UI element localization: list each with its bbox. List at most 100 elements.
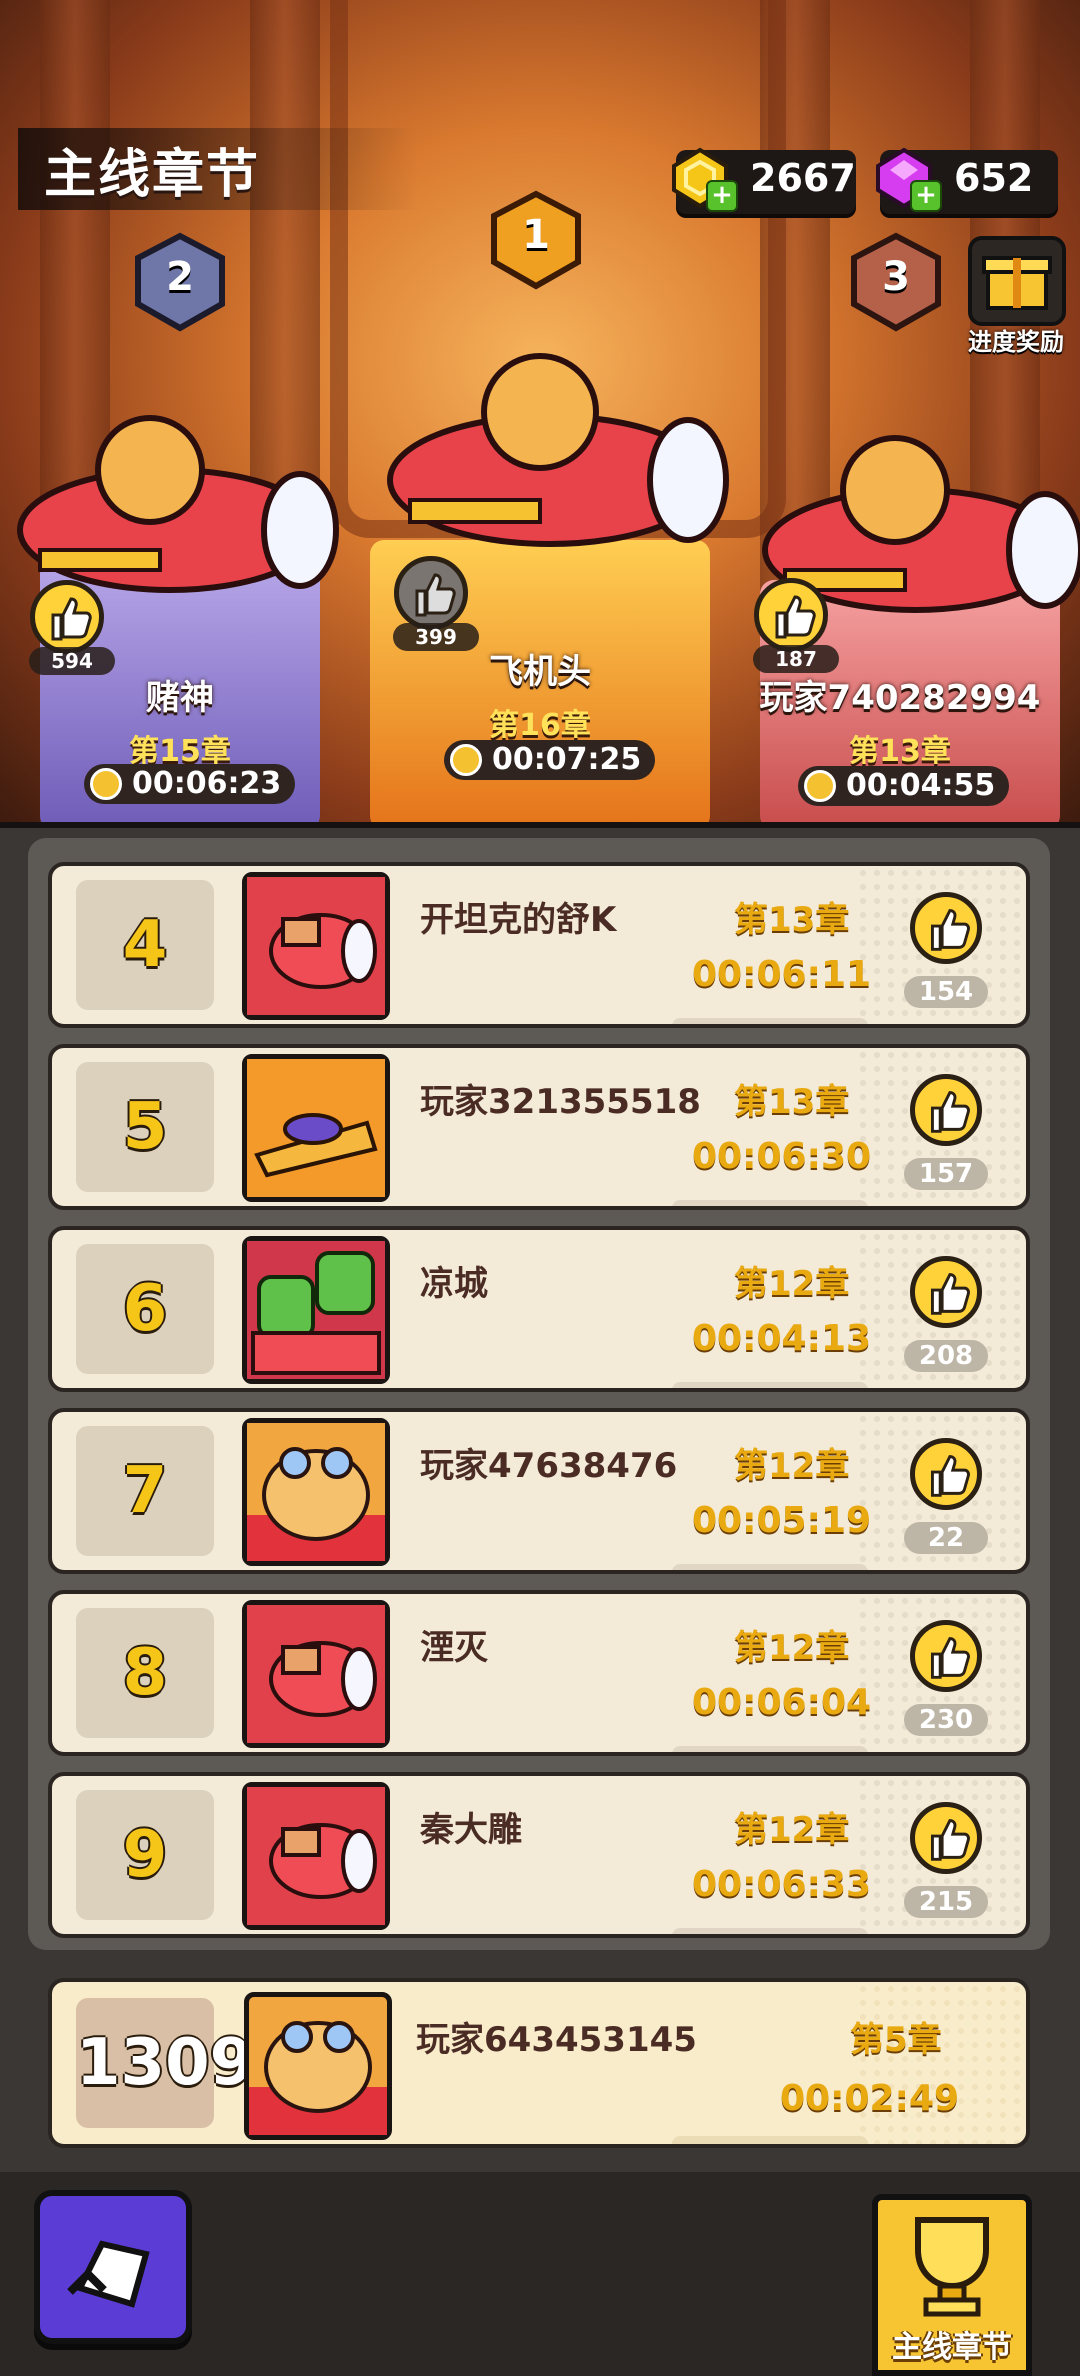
rank-3-number: 3 bbox=[882, 254, 910, 300]
rank-2-number: 2 bbox=[166, 254, 194, 300]
podium-time-2: 00:06:23 bbox=[84, 764, 296, 804]
like-count: 22 bbox=[904, 1522, 988, 1554]
player-name: 凉城 bbox=[420, 1264, 488, 1304]
my-avatar[interactable] bbox=[244, 1992, 392, 2140]
like-button[interactable] bbox=[910, 1438, 982, 1510]
like-count: 230 bbox=[904, 1704, 988, 1736]
add-gem-button[interactable]: + bbox=[910, 180, 942, 212]
my-rank-row: 1309 玩家643453145 第5章 00:02:49 bbox=[48, 1978, 1030, 2148]
row-progress-bar bbox=[672, 1200, 868, 1206]
like-button[interactable] bbox=[910, 1620, 982, 1692]
player-chapter: 第12章 bbox=[734, 1810, 850, 1850]
clock-icon bbox=[450, 744, 482, 776]
player-avatar[interactable] bbox=[242, 872, 390, 1020]
rank-1-number: 1 bbox=[522, 212, 550, 258]
rank-number: 7 bbox=[76, 1426, 214, 1556]
thumbs-up-icon bbox=[930, 1455, 970, 1497]
gem-currency[interactable]: + 652 bbox=[876, 147, 1058, 214]
leaderboard-row: 5 玩家321355518 第13章 00:06:30 157 bbox=[48, 1044, 1030, 1210]
player-name: 湮灭 bbox=[420, 1628, 488, 1668]
thumbs-up-icon bbox=[930, 1091, 970, 1133]
row-progress-bar bbox=[672, 1018, 868, 1024]
like-count: 215 bbox=[904, 1886, 988, 1918]
rank-number: 4 bbox=[76, 880, 214, 1010]
gold-value: 2667 bbox=[750, 156, 856, 200]
player-name: 玩家47638476 bbox=[420, 1446, 678, 1486]
like-count: 154 bbox=[904, 976, 988, 1008]
rank-number: 5 bbox=[76, 1062, 214, 1192]
like-button-3[interactable]: 187 bbox=[753, 578, 839, 673]
my-chapter: 第5章 bbox=[850, 2020, 942, 2060]
player-time: 00:06:04 bbox=[692, 1682, 872, 1723]
my-time: 00:02:49 bbox=[780, 2078, 960, 2119]
player-chapter: 第12章 bbox=[734, 1446, 850, 1486]
thumbs-up-icon bbox=[930, 1819, 970, 1861]
like-button[interactable] bbox=[910, 1802, 982, 1874]
add-gold-button[interactable]: + bbox=[706, 180, 738, 212]
thumbs-up-icon bbox=[930, 1637, 970, 1679]
rank-number: 6 bbox=[76, 1244, 214, 1374]
player-name: 开坦克的舒K bbox=[420, 900, 617, 940]
player-chapter: 第13章 bbox=[734, 900, 850, 940]
my-name: 玩家643453145 bbox=[416, 2020, 697, 2060]
player-time: 00:05:19 bbox=[692, 1500, 872, 1541]
player-chapter: 第12章 bbox=[734, 1264, 850, 1304]
rank-number: 9 bbox=[76, 1790, 214, 1920]
player-chapter: 第13章 bbox=[734, 1082, 850, 1122]
player-time: 00:06:33 bbox=[692, 1864, 872, 1905]
player-avatar[interactable] bbox=[242, 1782, 390, 1930]
leaderboard-row: 8 湮灭 第12章 00:06:04 230 bbox=[48, 1590, 1030, 1756]
player-time: 00:04:13 bbox=[692, 1318, 872, 1359]
thumbs-up-icon bbox=[775, 595, 816, 639]
player-chapter: 第12章 bbox=[734, 1628, 850, 1668]
page-title: 主线章节 bbox=[44, 145, 261, 205]
like-button[interactable] bbox=[910, 1256, 982, 1328]
like-count: 208 bbox=[904, 1340, 988, 1372]
player-time: 00:06:30 bbox=[692, 1136, 872, 1177]
podium-time-1: 00:07:25 bbox=[444, 740, 656, 780]
thumbs-up-icon bbox=[930, 909, 970, 951]
thumbs-up-icon bbox=[930, 1273, 970, 1315]
progress-reward-button[interactable]: 进度奖励 bbox=[960, 236, 1070, 356]
gem-value: 652 bbox=[954, 156, 1034, 200]
like-count-3: 187 bbox=[753, 645, 839, 673]
thumbs-up-icon bbox=[415, 573, 456, 617]
podium-chapter-1: 第16章 bbox=[489, 708, 591, 743]
player-avatar[interactable] bbox=[242, 1418, 390, 1566]
player-avatar[interactable] bbox=[242, 1054, 390, 1202]
row-progress-bar bbox=[672, 1746, 868, 1752]
row-progress-bar bbox=[672, 1564, 868, 1570]
back-arrow-icon bbox=[67, 2240, 150, 2308]
my-rank-number: 1309 bbox=[76, 1998, 254, 2128]
gold-currency[interactable]: + 2667 bbox=[672, 147, 856, 214]
player-name: 玩家321355518 bbox=[420, 1082, 701, 1122]
podium-name-2: 赌神 bbox=[146, 678, 214, 718]
like-button[interactable] bbox=[910, 892, 982, 964]
podium-name-1: 飞机头 bbox=[489, 652, 591, 692]
clock-icon bbox=[804, 770, 836, 802]
like-button-2[interactable]: 594 bbox=[29, 580, 115, 675]
tab-main-chapter[interactable]: 主线章节 bbox=[872, 2194, 1032, 2376]
like-button[interactable] bbox=[910, 1074, 982, 1146]
gift-box-icon bbox=[968, 236, 1066, 326]
row-progress-bar bbox=[672, 1928, 868, 1934]
player-avatar[interactable] bbox=[242, 1600, 390, 1748]
podium-time-3: 00:04:55 bbox=[798, 766, 1010, 806]
thumbs-up-icon bbox=[51, 597, 92, 641]
like-count: 157 bbox=[904, 1158, 988, 1190]
podium-name-3: 玩家740282994 bbox=[759, 678, 1041, 718]
leaderboard-row: 6 凉城 第12章 00:04:13 208 bbox=[48, 1226, 1030, 1392]
tab-main-chapter-label: 主线章节 bbox=[892, 2330, 1012, 2365]
player-name: 秦大雕 bbox=[420, 1810, 522, 1850]
clock-icon bbox=[90, 768, 122, 800]
trophy-icon bbox=[915, 2217, 989, 2317]
like-button-1[interactable]: 399 bbox=[393, 556, 479, 651]
leaderboard-row: 9 秦大雕 第12章 00:06:33 215 bbox=[48, 1772, 1030, 1938]
rank-number: 8 bbox=[76, 1608, 214, 1738]
player-avatar[interactable] bbox=[242, 1236, 390, 1384]
my-progress-bar bbox=[672, 2136, 868, 2144]
leaderboard-row: 4 开坦克的舒K 第13章 00:06:11 154 bbox=[48, 862, 1030, 1028]
back-button[interactable] bbox=[34, 2190, 192, 2344]
row-progress-bar bbox=[672, 1382, 868, 1388]
progress-reward-label: 进度奖励 bbox=[968, 328, 1064, 356]
